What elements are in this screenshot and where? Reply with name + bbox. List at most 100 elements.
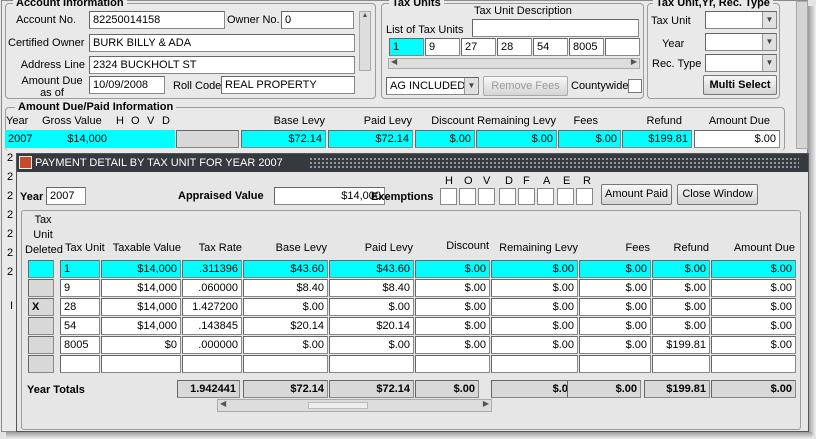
refund-cell[interactable]: $.00 bbox=[652, 298, 710, 316]
tax-rate-cell[interactable]: .000000 bbox=[182, 336, 242, 354]
amount-due-cell[interactable]: $.00 bbox=[711, 298, 796, 316]
base-levy-cell[interactable]: $20.14 bbox=[243, 317, 328, 335]
remaining-levy-cell[interactable] bbox=[491, 355, 578, 373]
o-cell[interactable] bbox=[127, 130, 143, 148]
fees-cell[interactable]: $.00 bbox=[579, 279, 651, 297]
tax-unit-cell[interactable]: 27 bbox=[461, 38, 496, 56]
dialog-title-bar[interactable]: PAYMENT DETAIL BY TAX UNIT FOR YEAR 2007 bbox=[17, 154, 808, 172]
refund-cell[interactable]: $199.81 bbox=[652, 336, 710, 354]
fees-cell[interactable]: $.00 bbox=[579, 336, 651, 354]
tax-units-hscrollbar[interactable]: ◀ ▶ bbox=[388, 57, 640, 69]
taxable-value-cell[interactable] bbox=[101, 355, 181, 373]
scroll-thumb[interactable] bbox=[308, 402, 368, 409]
refund-cell[interactable]: $.00 bbox=[652, 260, 710, 278]
remaining-levy-cell[interactable]: $.00 bbox=[491, 317, 578, 335]
tax-unit-cell[interactable]: 28 bbox=[497, 38, 532, 56]
scroll-left-icon[interactable]: ◀ bbox=[220, 399, 226, 408]
tax-unit-cell[interactable]: 28 bbox=[60, 298, 100, 316]
deleted-cell[interactable] bbox=[28, 317, 54, 335]
exemption-box-f[interactable] bbox=[518, 188, 535, 205]
tax-rate-cell[interactable]: .311396 bbox=[182, 260, 242, 278]
ag-select[interactable]: AG INCLUDED ▼ bbox=[386, 77, 479, 95]
tax-unit-cell[interactable]: 9 bbox=[60, 279, 100, 297]
paid-levy-cell[interactable]: $.00 bbox=[329, 298, 414, 316]
amount-paid-button[interactable]: Amount Paid bbox=[601, 184, 672, 205]
tax-unit-cell[interactable]: 8005 bbox=[569, 38, 604, 56]
tax-unit-cell[interactable]: 54 bbox=[60, 317, 100, 335]
base-levy-cell[interactable]: $8.40 bbox=[243, 279, 328, 297]
countywide-checkbox[interactable] bbox=[628, 79, 642, 93]
owner-scrollbar[interactable]: ▲ bbox=[359, 11, 371, 71]
scroll-left-icon[interactable]: ◀ bbox=[391, 57, 397, 66]
discount-cell[interactable]: $.00 bbox=[415, 260, 490, 278]
amount-due-cell[interactable]: $.00 bbox=[694, 130, 780, 148]
deleted-cell[interactable]: X bbox=[28, 298, 54, 316]
base-levy-cell[interactable]: $43.60 bbox=[243, 260, 328, 278]
tax-rate-cell[interactable] bbox=[182, 355, 242, 373]
paid-levy-cell[interactable]: $.00 bbox=[329, 336, 414, 354]
remaining-levy-cell[interactable]: $.00 bbox=[476, 130, 557, 148]
paid-levy-cell[interactable]: $43.60 bbox=[329, 260, 414, 278]
exemption-box-v[interactable] bbox=[478, 188, 495, 205]
tax-unit-cell[interactable]: 8005 bbox=[60, 336, 100, 354]
exemption-box-r[interactable] bbox=[576, 188, 593, 205]
taxable-value-cell[interactable]: $14,000 bbox=[101, 298, 181, 316]
scroll-right-icon[interactable]: ▶ bbox=[483, 399, 489, 408]
h-cell[interactable] bbox=[111, 130, 127, 148]
discount-cell[interactable]: $.00 bbox=[415, 336, 490, 354]
tax-unit-cell[interactable] bbox=[605, 38, 640, 56]
tax-unit-select[interactable]: ▼ bbox=[705, 11, 777, 29]
discount-cell[interactable]: $.00 bbox=[415, 298, 490, 316]
roll-code-field[interactable]: REAL PROPERTY bbox=[221, 76, 355, 94]
amount-due-cell[interactable]: $.00 bbox=[711, 317, 796, 335]
fees-cell[interactable]: $.00 bbox=[579, 317, 651, 335]
refund-cell[interactable] bbox=[652, 355, 710, 373]
remaining-levy-cell[interactable]: $.00 bbox=[491, 279, 578, 297]
fees-cell[interactable]: $.00 bbox=[558, 130, 621, 148]
account-no-field[interactable]: 82250014158 bbox=[89, 11, 225, 29]
remaining-levy-cell[interactable]: $.00 bbox=[491, 336, 578, 354]
remaining-levy-cell[interactable]: $.00 bbox=[491, 260, 578, 278]
d-cell[interactable] bbox=[159, 130, 175, 148]
year-select[interactable]: ▼ bbox=[705, 33, 777, 51]
fees-cell[interactable]: $.00 bbox=[579, 298, 651, 316]
appraised-value-field[interactable]: $14,000 bbox=[274, 187, 385, 205]
chevron-down-icon[interactable]: ▼ bbox=[464, 78, 478, 94]
amount-due-date-field[interactable]: 10/09/2008 bbox=[89, 76, 165, 94]
deleted-cell[interactable] bbox=[28, 260, 54, 278]
owner-no-field[interactable]: 0 bbox=[281, 11, 354, 29]
tax-rate-cell[interactable]: .143845 bbox=[182, 317, 242, 335]
fees-cell[interactable] bbox=[579, 355, 651, 373]
exemption-box-d[interactable] bbox=[499, 188, 516, 205]
multi-select-button[interactable]: Multi Select bbox=[703, 75, 777, 95]
certified-owner-field[interactable]: BURK BILLY & ADA bbox=[89, 34, 355, 52]
deleted-cell[interactable] bbox=[28, 279, 54, 297]
tax-unit-cell[interactable]: 54 bbox=[533, 38, 568, 56]
chevron-down-icon[interactable]: ▼ bbox=[762, 55, 776, 71]
amount-due-cell[interactable]: $.00 bbox=[711, 336, 796, 354]
amount-due-cell[interactable]: $.00 bbox=[711, 279, 796, 297]
tax-unit-cell[interactable]: 9 bbox=[425, 38, 460, 56]
discount-cell[interactable]: $.00 bbox=[415, 279, 490, 297]
v-cell[interactable] bbox=[143, 130, 159, 148]
paid-levy-cell[interactable]: $20.14 bbox=[329, 317, 414, 335]
base-levy-cell[interactable]: $.00 bbox=[243, 336, 328, 354]
taxable-value-cell[interactable]: $0 bbox=[101, 336, 181, 354]
exemption-box-h[interactable] bbox=[440, 188, 457, 205]
tax-unit-cell[interactable]: 1 bbox=[60, 260, 100, 278]
exemption-box-o[interactable] bbox=[459, 188, 476, 205]
tax-unit-description-field[interactable] bbox=[472, 19, 639, 37]
paid-levy-cell[interactable] bbox=[329, 355, 414, 373]
discount-cell[interactable]: $.00 bbox=[415, 317, 490, 335]
year-cell[interactable]: 2007 bbox=[5, 130, 38, 148]
amount-due-cell[interactable] bbox=[711, 355, 796, 373]
remove-fees-button[interactable]: Remove Fees bbox=[483, 76, 568, 96]
deleted-cell[interactable] bbox=[28, 355, 54, 373]
fees-cell[interactable]: $.00 bbox=[579, 260, 651, 278]
tax-unit-cell[interactable]: 1 bbox=[389, 38, 424, 56]
exemption-box-a[interactable] bbox=[537, 188, 554, 205]
detail-hscrollbar[interactable]: ◀ ▶ bbox=[217, 399, 492, 412]
chevron-down-icon[interactable]: ▼ bbox=[762, 34, 776, 50]
taxable-value-cell[interactable]: $14,000 bbox=[101, 279, 181, 297]
taxable-value-cell[interactable]: $14,000 bbox=[101, 260, 181, 278]
